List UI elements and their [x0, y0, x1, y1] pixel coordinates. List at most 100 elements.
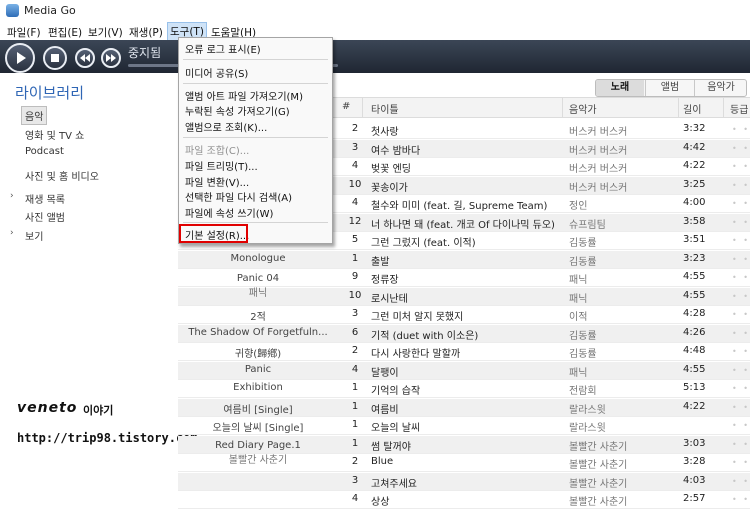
track-length: 3:51 — [683, 234, 706, 245]
column-header-rating[interactable]: 등급 — [730, 101, 748, 116]
stop-button[interactable] — [43, 46, 67, 70]
album-group-label: Panic — [178, 364, 338, 375]
table-row[interactable]: 3 고쳐주세요 볼빨간 사춘기 4:03 • • • — [178, 472, 750, 491]
menu-item-write-properties[interactable]: 파일에 속성 쓰기(W) — [185, 205, 273, 220]
track-artist: 김동률 — [569, 330, 597, 342]
column-divider — [562, 98, 563, 117]
view-tabs: 노래 앨범 음악가 — [595, 79, 747, 97]
track-artist: 패닉 — [569, 293, 588, 305]
track-title: 상상 — [371, 497, 390, 508]
track-title: 너 하나면 돼 (feat. 개코 Of 다이나믹 듀오) — [371, 219, 555, 231]
sidebar-item-photos-home-video[interactable]: 사진 및 홈 비디오 — [25, 168, 99, 183]
next-icon — [106, 54, 116, 62]
tab-songs[interactable]: 노래 — [596, 80, 644, 96]
track-number: 12 — [348, 215, 362, 227]
sidebar-item-photo-albums[interactable]: 사진 앨범 — [25, 209, 65, 224]
column-divider — [678, 98, 679, 117]
album-artist: 패닉 — [248, 288, 268, 299]
album-title: Red Diary Page.1 — [215, 439, 301, 451]
album-group-label: Red Diary Page.1 볼빨간 사춘기 — [178, 440, 338, 466]
track-number: 1 — [351, 382, 359, 393]
play-button[interactable] — [5, 43, 35, 73]
watermark-url: http://trip98.tistory.com — [17, 431, 198, 445]
track-length: 4:48 — [683, 345, 706, 356]
sidebar-item-playlists[interactable]: 재생 목록 — [25, 191, 65, 206]
album-group-label: 귀향(歸鄕) — [178, 345, 338, 360]
track-title: 로시난테 — [371, 293, 408, 305]
track-number: 1 — [351, 419, 359, 430]
column-header-title[interactable]: 타이틀 — [371, 101, 399, 116]
next-button[interactable] — [101, 48, 121, 68]
track-number: 1 — [351, 437, 359, 449]
track-artist: 패닉 — [569, 367, 588, 379]
track-title: 고쳐주세요 — [371, 478, 417, 490]
sidebar-item-podcast[interactable]: Podcast — [25, 146, 64, 157]
library-title: 라이브러리 — [15, 84, 85, 102]
menu-view[interactable]: 보기(V) — [86, 24, 125, 41]
album-group-label: Exhibition — [178, 382, 338, 393]
menu-item-rescan-selected[interactable]: 선택한 파일 다시 검색(A) — [185, 189, 292, 204]
track-title: 그런 그렀지 (feat. 이적) — [371, 238, 476, 249]
column-divider — [723, 98, 724, 117]
track-rating: • • • — [732, 180, 750, 190]
track-rating: • • • — [732, 495, 750, 504]
track-number: 4 — [351, 493, 359, 504]
title-bar — [0, 0, 750, 22]
menu-separator — [183, 137, 328, 138]
expand-playlists-icon[interactable]: › — [10, 191, 14, 201]
track-number: 10 — [348, 289, 362, 301]
track-title: 여름비 — [371, 404, 399, 416]
track-rating: • • • — [732, 439, 750, 449]
track-title: 출발 — [371, 256, 390, 268]
sidebar-item-movies-tv[interactable]: 영화 및 TV 쇼 — [25, 127, 84, 142]
track-rating: • • • — [732, 236, 750, 245]
track-number: 6 — [351, 326, 359, 338]
track-length: 3:32 — [683, 123, 706, 134]
track-title: 벚꽃 엔딩 — [371, 164, 411, 175]
menu-item-lookup-album[interactable]: 앨범으로 조회(K)... — [185, 119, 267, 134]
menu-item-convert-file[interactable]: 파일 변환(V)... — [185, 174, 249, 189]
previous-button[interactable] — [75, 48, 95, 68]
album-title: Exhibition — [233, 382, 283, 393]
sidebar-item-music[interactable]: 음악 — [21, 106, 48, 125]
menu-edit[interactable]: 편집(E) — [46, 24, 84, 41]
track-length: 4:00 — [683, 197, 706, 208]
album-group-label: Panic 04 패닉 — [178, 273, 338, 299]
app-icon — [6, 4, 19, 17]
menu-separator — [183, 222, 328, 223]
menu-file[interactable]: 파일(F) — [5, 24, 43, 41]
menu-item-media-sharing[interactable]: 미디어 공유(S) — [185, 65, 248, 80]
track-number: 5 — [351, 234, 359, 245]
track-title: 오늘의 날씨 — [371, 423, 421, 434]
track-title: 기적 (duet with 이소은) — [371, 330, 479, 342]
track-title: 썸 탈꺼야 — [371, 441, 411, 453]
track-artist: 볼빨간 사춘기 — [569, 497, 628, 508]
tab-albums[interactable]: 앨범 — [645, 80, 694, 96]
track-title: 첫사랑 — [371, 127, 399, 138]
menu-item-show-error-log[interactable]: 오류 로그 표시(E) — [185, 41, 261, 56]
column-divider — [362, 98, 363, 117]
track-artist: 김동률 — [569, 256, 597, 268]
table-row[interactable]: 4 상상 볼빨간 사춘기 2:57 • • • — [178, 491, 750, 509]
menu-item-get-album-art[interactable]: 앨범 아트 파일 가져오기(M) — [185, 88, 303, 103]
album-group-label: 오늘의 날씨 [Single] — [178, 419, 338, 434]
menu-play[interactable]: 재생(P) — [127, 24, 165, 41]
play-icon — [17, 52, 26, 64]
column-header-length[interactable]: 길이 — [683, 101, 701, 116]
menu-bar: 파일(F) 편집(E) 보기(V) 재생(P) 도구(T) 도움말(H) — [0, 22, 750, 41]
album-title: The Shadow Of Forgetfuln... — [188, 326, 328, 338]
column-header-number[interactable]: # — [342, 101, 350, 112]
track-rating: • • • — [732, 291, 750, 301]
column-header-artist[interactable]: 음악가 — [569, 101, 597, 116]
tools-menu-dropdown: 오류 로그 표시(E) 미디어 공유(S) 앨범 아트 파일 가져오기(M) 누… — [178, 37, 333, 244]
expand-view-icon[interactable]: › — [10, 228, 14, 238]
tab-artists[interactable]: 음악가 — [694, 80, 746, 96]
track-title: 여수 밤바다 — [371, 145, 421, 157]
menu-item-trim-file[interactable]: 파일 트리밍(T)... — [185, 158, 258, 173]
track-artist: 패닉 — [569, 275, 588, 286]
menu-item-get-missing-properties[interactable]: 누락된 속성 가져오기(G) — [185, 103, 290, 118]
menu-item-combine-files: 파일 조합(C)... — [185, 146, 250, 157]
sidebar-item-view[interactable]: 보기 — [25, 228, 43, 243]
album-title: Panic 04 — [236, 273, 280, 284]
track-artist: 슈프림팀 — [569, 219, 606, 231]
